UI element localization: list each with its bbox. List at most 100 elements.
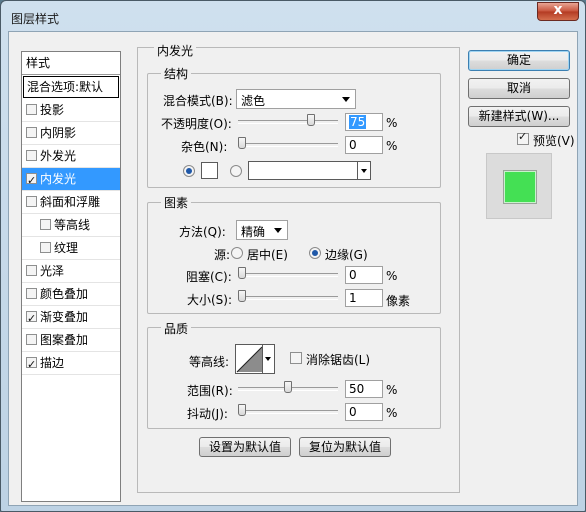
size-label: 大小(S):: [187, 293, 233, 307]
style-item-label: 外发光: [40, 149, 77, 163]
opacity-label: 不透明度(O):: [161, 117, 232, 131]
range-slider[interactable]: [238, 381, 338, 393]
jitter-slider-thumb[interactable]: [238, 404, 246, 416]
style-item-label: 渐变叠加: [40, 310, 89, 324]
glow-color-swatch[interactable]: [201, 162, 218, 179]
style-item[interactable]: 光泽: [22, 260, 120, 283]
style-item-checkbox[interactable]: [26, 104, 37, 115]
blend-mode-select[interactable]: 滤色: [236, 89, 356, 109]
cancel-button[interactable]: 取消: [468, 78, 570, 99]
source-center-radio[interactable]: [231, 247, 243, 259]
range-slider-thumb[interactable]: [284, 381, 292, 393]
choke-slider-thumb[interactable]: [238, 267, 246, 279]
method-label: 方法(Q):: [179, 225, 226, 239]
style-item[interactable]: 等高线: [22, 214, 120, 237]
set-default-button[interactable]: 设置为默认值: [199, 437, 291, 457]
style-item[interactable]: 纹理: [22, 237, 120, 260]
styles-header[interactable]: 样式: [22, 52, 120, 75]
style-item[interactable]: 内阴影: [22, 122, 120, 145]
jitter-input[interactable]: 0: [345, 403, 383, 421]
gradient-dropdown-icon[interactable]: [357, 162, 370, 179]
jitter-slider[interactable]: [238, 404, 338, 416]
style-item[interactable]: 图案叠加: [22, 329, 120, 352]
size-slider[interactable]: [238, 290, 338, 302]
elements-title: 图素: [161, 194, 192, 211]
style-item-label: 等高线: [54, 218, 91, 232]
style-item-label: 光泽: [40, 264, 65, 278]
opacity-slider[interactable]: [238, 114, 338, 126]
blend-mode-value: 滤色: [241, 94, 266, 108]
style-item-checkbox[interactable]: [26, 265, 37, 276]
style-item-checkbox[interactable]: [26, 308, 37, 330]
noise-unit: %: [386, 139, 398, 153]
noise-slider-thumb[interactable]: [238, 137, 246, 149]
style-item-label: 内阴影: [40, 126, 77, 140]
gradient-picker[interactable]: [248, 161, 371, 180]
preview-label[interactable]: 预览(V): [533, 132, 575, 149]
style-item-checkbox[interactable]: [26, 127, 37, 138]
solid-color-radio[interactable]: [183, 165, 195, 177]
source-edge-label[interactable]: 边缘(G): [325, 246, 368, 263]
style-item[interactable]: 斜面和浮雕: [22, 191, 120, 214]
contour-picker[interactable]: [235, 344, 275, 374]
style-item[interactable]: 颜色叠加: [22, 283, 120, 306]
choke-input[interactable]: 0: [345, 266, 383, 284]
ok-button[interactable]: 确定: [468, 50, 570, 71]
anti-alias-label[interactable]: 消除锯齿(L): [306, 351, 370, 368]
size-input[interactable]: 1: [345, 289, 383, 307]
style-item-label: 内发光: [40, 172, 77, 186]
choke-unit: %: [386, 269, 398, 283]
reset-default-button[interactable]: 复位为默认值: [299, 437, 391, 457]
style-item-checkbox[interactable]: [26, 288, 37, 299]
blend-mode-label: 混合模式(B):: [163, 94, 233, 108]
chevron-down-icon: [274, 228, 282, 233]
layer-style-dialog: 图层样式 x 样式 混合选项:默认 投影内阴影外发光内发光斜面和浮雕等高线纹理光…: [0, 0, 586, 512]
style-item-checkbox[interactable]: [26, 150, 37, 161]
style-item-checkbox[interactable]: [26, 170, 37, 192]
style-item[interactable]: 投影: [22, 99, 120, 122]
noise-slider[interactable]: [238, 137, 338, 149]
source-center-label[interactable]: 居中(E): [247, 246, 288, 263]
style-item[interactable]: 内发光: [22, 168, 120, 192]
noise-label: 杂色(N):: [181, 140, 228, 154]
style-item-label: 颜色叠加: [40, 287, 89, 301]
range-label: 范围(R):: [187, 384, 233, 398]
preview-thumbnail: [503, 170, 537, 204]
opacity-input[interactable]: 75: [345, 113, 383, 131]
size-slider-thumb[interactable]: [238, 290, 246, 302]
new-style-button[interactable]: 新建样式(W)...: [468, 106, 570, 127]
contour-dropdown-icon[interactable]: [262, 345, 274, 373]
style-item-checkbox[interactable]: [40, 242, 51, 253]
contour-linear-icon: [236, 346, 263, 373]
quality-title: 品质: [161, 320, 192, 337]
style-item[interactable]: 描边: [22, 352, 120, 376]
source-edge-radio[interactable]: [309, 247, 321, 259]
style-item-label: 投影: [40, 103, 65, 117]
choke-slider[interactable]: [238, 267, 338, 279]
anti-alias-checkbox[interactable]: [290, 352, 302, 364]
preview-checkbox[interactable]: [517, 130, 529, 145]
noise-input[interactable]: 0: [345, 136, 383, 154]
gradient-radio[interactable]: [230, 165, 242, 177]
style-item-checkbox[interactable]: [40, 219, 51, 230]
blend-options-item[interactable]: 混合选项:默认: [23, 76, 119, 98]
style-item-label: 斜面和浮雕: [40, 195, 101, 209]
style-item-checkbox[interactable]: [26, 334, 37, 345]
jitter-unit: %: [386, 406, 398, 420]
close-button[interactable]: x: [537, 2, 579, 21]
style-item[interactable]: 渐变叠加: [22, 306, 120, 330]
style-preview: [486, 153, 552, 219]
contour-label: 等高线:: [189, 355, 230, 369]
close-icon: x: [553, 2, 563, 18]
title-bar[interactable]: 图层样式 x: [1, 1, 585, 31]
source-label: 源:: [214, 248, 231, 262]
style-item-checkbox[interactable]: [26, 196, 37, 207]
method-select[interactable]: 精确: [236, 220, 288, 240]
chevron-down-icon: [342, 97, 350, 102]
style-item[interactable]: 外发光: [22, 145, 120, 168]
style-item-checkbox[interactable]: [26, 354, 37, 376]
opacity-slider-thumb[interactable]: [307, 114, 315, 126]
style-item-label: 纹理: [54, 241, 79, 255]
panel-title: 内发光: [154, 42, 197, 59]
range-input[interactable]: 50: [345, 380, 383, 398]
